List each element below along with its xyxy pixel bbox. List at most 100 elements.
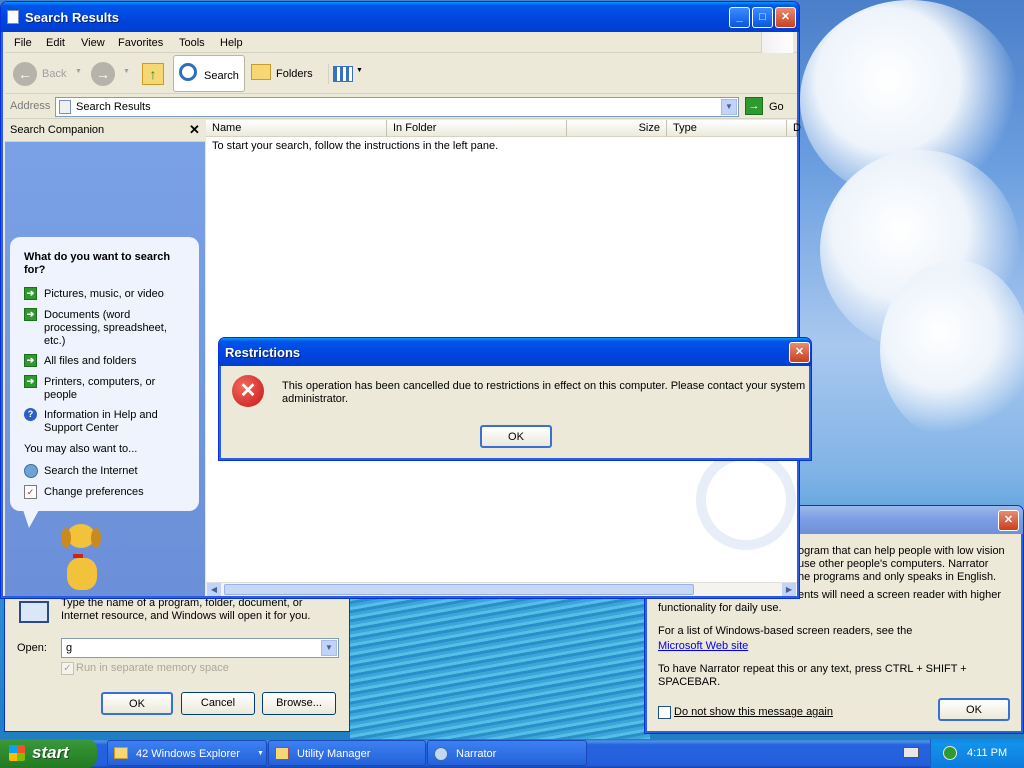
standard-toolbar: ← Back ▼ → ▼ ↑ Search Folders ▼ xyxy=(5,54,797,94)
run-ok-button[interactable]: OK xyxy=(101,692,173,715)
address-bar: Address Search Results ▼ → Go xyxy=(5,95,797,119)
dropdown-arrow-icon[interactable]: ▼ xyxy=(321,640,337,656)
dont-show-label: Do not show this message again xyxy=(674,706,833,718)
taskbar-narrator[interactable]: Narrator xyxy=(427,740,587,766)
scroll-left-icon[interactable]: ◀ xyxy=(207,583,221,596)
microsoft-web-site-link[interactable]: Microsoft Web site xyxy=(658,640,1018,653)
search-label: Search xyxy=(204,70,239,82)
option-all-files-label[interactable]: All files and folders xyxy=(44,355,174,368)
start-button[interactable]: start xyxy=(0,739,97,768)
col-name[interactable]: Name xyxy=(206,120,387,137)
search-companion-pane: Search Companion ✕ What do you want to s… xyxy=(5,120,205,596)
companion-question: What do you want to search for? xyxy=(24,251,171,276)
open-input[interactable]: g xyxy=(66,642,72,654)
narrator-ok-button[interactable]: OK xyxy=(938,698,1010,721)
run-browse-button[interactable]: Browse... xyxy=(262,692,336,715)
taskbar-utility-manager[interactable]: Utility Manager xyxy=(268,740,426,766)
taskbar-explorer-label: 42 Windows Explorer xyxy=(136,748,240,760)
open-combobox[interactable]: g ▼ xyxy=(61,638,339,658)
search-titlebar: Search Results _ □ ✕ xyxy=(1,2,799,32)
address-input[interactable]: Search Results ▼ xyxy=(55,97,739,117)
back-dropdown-icon[interactable]: ▼ xyxy=(75,68,82,75)
companion-title: Search Companion xyxy=(10,124,105,136)
restrictions-close-button[interactable]: ✕ xyxy=(789,342,810,363)
maximize-button[interactable]: □ xyxy=(752,7,773,28)
menu-bar: File Edit View Favorites Tools Help xyxy=(5,32,797,53)
clock[interactable]: 4:11 PM xyxy=(967,747,1007,759)
narrator-para-2: For a list of Windows-based screen reade… xyxy=(658,625,913,637)
narrator-line-5: functionality for daily use. xyxy=(658,602,782,614)
restrictions-ok-button[interactable]: OK xyxy=(480,425,552,448)
taskbar-windows-explorer[interactable]: 42 Windows Explorer ▼ xyxy=(107,740,267,766)
search-dog-icon[interactable] xyxy=(57,524,107,592)
taskbar: start 42 Windows Explorer ▼ Utility Mana… xyxy=(0,739,1024,768)
forward-arrow-icon: → xyxy=(91,62,115,86)
forward-dropdown-icon[interactable]: ▼ xyxy=(123,68,130,75)
run-description: Type the name of a program, folder, docu… xyxy=(61,597,311,622)
restrictions-titlebar: Restrictions ✕ xyxy=(219,338,811,366)
accessibility-icon[interactable] xyxy=(943,746,957,760)
checklist-icon: ✓ xyxy=(24,485,37,499)
help-icon: ? xyxy=(24,408,37,421)
folders-button[interactable]: Folders xyxy=(249,60,319,88)
folders-label: Folders xyxy=(276,68,313,80)
search-button[interactable]: Search xyxy=(173,55,245,92)
col-size[interactable]: Size xyxy=(567,120,667,137)
scroll-right-icon[interactable]: ▶ xyxy=(782,583,796,596)
search-internet-label[interactable]: Search the Internet xyxy=(44,465,138,477)
narrator-icon xyxy=(434,747,448,761)
green-arrow-icon: ➔ xyxy=(24,354,37,367)
system-tray: 4:11 PM xyxy=(930,739,1024,768)
window-title: Search Results xyxy=(25,10,119,25)
address-dropdown-icon[interactable]: ▼ xyxy=(721,99,737,115)
utility-manager-icon xyxy=(275,747,289,760)
go-button[interactable]: → Go xyxy=(745,97,791,117)
narrator-close-button[interactable]: ✕ xyxy=(998,510,1019,531)
menu-favorites[interactable]: Favorites xyxy=(118,37,163,49)
watermark-magnifier-icon xyxy=(696,450,796,550)
col-type[interactable]: Type xyxy=(667,120,787,137)
narrator-line-1: ogram that can help people with low visi… xyxy=(798,545,1005,557)
companion-close-icon[interactable]: ✕ xyxy=(189,122,200,138)
up-folder-icon[interactable]: ↑ xyxy=(142,63,164,85)
views-dropdown-icon: ▼ xyxy=(356,67,363,74)
option-help-label[interactable]: Information in Help and Support Center xyxy=(44,409,174,435)
separate-memory-label: Run in separate memory space xyxy=(76,662,229,674)
green-arrow-icon: ➔ xyxy=(24,375,37,388)
back-arrow-icon: ← xyxy=(13,62,37,86)
start-label: start xyxy=(32,743,69,762)
go-label: Go xyxy=(769,101,784,113)
option-pictures-label[interactable]: Pictures, music, or video xyxy=(44,288,174,301)
scroll-thumb[interactable] xyxy=(224,584,694,595)
also-want-to: You may also want to... xyxy=(24,443,138,455)
option-printers-label[interactable]: Printers, computers, or people xyxy=(44,376,174,402)
menu-view[interactable]: View xyxy=(81,37,105,49)
go-arrow-icon: → xyxy=(745,97,763,115)
col-in-folder[interactable]: In Folder xyxy=(387,120,567,137)
keyboard-icon[interactable] xyxy=(903,747,919,758)
col-date[interactable]: D xyxy=(787,120,801,137)
forward-button[interactable]: → ▼ xyxy=(91,62,131,86)
views-button[interactable]: ▼ xyxy=(328,64,363,84)
open-label: Open: xyxy=(17,642,47,654)
dont-show-checkbox[interactable] xyxy=(658,706,671,719)
run-cancel-button[interactable]: Cancel xyxy=(181,692,255,715)
narrator-line-4: ents will need a screen reader with high… xyxy=(798,589,1002,601)
back-button[interactable]: ← Back ▼ xyxy=(11,60,82,88)
minimize-button[interactable]: _ xyxy=(729,7,750,28)
group-dropdown-icon: ▼ xyxy=(257,750,264,757)
windows-logo-icon xyxy=(761,32,793,53)
companion-balloon: What do you want to search for? ➔ Pictur… xyxy=(10,237,199,511)
menu-file[interactable]: File xyxy=(14,37,32,49)
horizontal-scrollbar[interactable]: ◀ ▶ xyxy=(206,582,797,596)
close-button[interactable]: ✕ xyxy=(775,7,796,28)
folder-icon xyxy=(114,747,128,759)
menu-help[interactable]: Help xyxy=(220,37,243,49)
menu-tools[interactable]: Tools xyxy=(179,37,205,49)
back-label: Back xyxy=(42,68,67,80)
option-documents-label[interactable]: Documents (word processing, spreadsheet,… xyxy=(44,309,174,348)
green-arrow-icon: ➔ xyxy=(24,287,37,300)
change-preferences-label[interactable]: Change preferences xyxy=(44,486,144,498)
run-icon xyxy=(19,601,49,623)
menu-edit[interactable]: Edit xyxy=(46,37,65,49)
